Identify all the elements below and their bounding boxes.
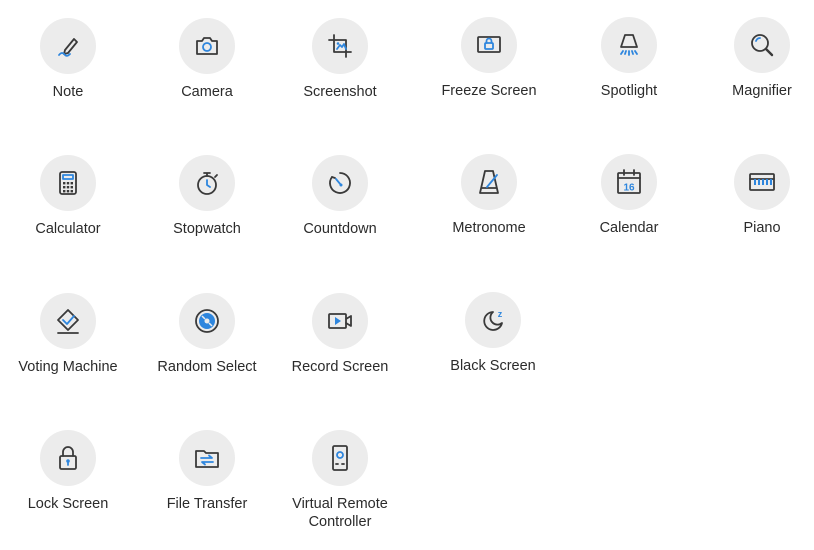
tool-note[interactable]: Note [0, 18, 138, 101]
sleep-z-text: z [498, 309, 503, 319]
tool-label: Record Screen [291, 359, 389, 375]
tool-label: Spotlight [600, 83, 658, 99]
tool-label: Piano [743, 220, 781, 236]
tool-screenshot[interactable]: Screenshot [270, 18, 410, 101]
spotlight-icon [601, 17, 657, 73]
remote-controller-icon [312, 430, 368, 486]
tool-metronome[interactable]: Metronome [419, 154, 559, 237]
tool-virtual-remote-controller[interactable]: Virtual Remote Controller [270, 430, 410, 531]
tool-label: Freeze Screen [441, 83, 537, 99]
tool-label: Metronome [452, 220, 526, 236]
magnifier-icon [734, 17, 790, 73]
tool-label: Calculator [35, 221, 101, 237]
calendar-day-text: 16 [623, 183, 635, 194]
tool-voting-machine[interactable]: Voting Machine [0, 293, 138, 376]
tool-camera[interactable]: Camera [137, 18, 277, 101]
tool-magnifier[interactable]: Magnifier [692, 17, 814, 100]
pen-icon [40, 18, 96, 74]
stopwatch-icon [179, 155, 235, 211]
tool-label: Countdown [303, 221, 377, 237]
lock-icon [40, 430, 96, 486]
tool-label: Calendar [599, 220, 659, 236]
metronome-icon [461, 154, 517, 210]
piano-icon [734, 154, 790, 210]
tool-label: Virtual Remote Controller [292, 496, 388, 530]
random-select-icon [179, 293, 235, 349]
tool-label: Stopwatch [173, 221, 241, 237]
tool-label: Camera [181, 84, 233, 100]
tool-lock-screen[interactable]: Lock Screen [0, 430, 138, 513]
tool-label: Note [52, 84, 84, 100]
tool-label: Screenshot [303, 84, 377, 100]
tool-random-select[interactable]: Random Select [137, 293, 277, 376]
tool-label: File Transfer [166, 496, 248, 512]
calendar-icon: 16 [601, 154, 657, 210]
tool-black-screen[interactable]: z Black Screen [423, 292, 563, 375]
tool-calculator[interactable]: Calculator [0, 155, 138, 238]
tool-freeze-screen[interactable]: Freeze Screen [419, 17, 559, 100]
tool-calendar[interactable]: 16 Calendar [559, 154, 699, 237]
voting-icon [40, 293, 96, 349]
countdown-icon [312, 155, 368, 211]
crop-icon [312, 18, 368, 74]
tool-label: Lock Screen [27, 496, 109, 512]
tool-stopwatch[interactable]: Stopwatch [137, 155, 277, 238]
calculator-icon [40, 155, 96, 211]
tool-piano[interactable]: Piano [692, 154, 814, 237]
tool-label: Magnifier [732, 83, 792, 99]
moon-icon: z [465, 292, 521, 348]
file-transfer-icon [179, 430, 235, 486]
record-screen-icon [312, 293, 368, 349]
camera-icon [179, 18, 235, 74]
tool-label: Black Screen [450, 358, 536, 374]
tool-file-transfer[interactable]: File Transfer [137, 430, 277, 513]
tool-spotlight[interactable]: Spotlight [559, 17, 699, 100]
tool-record-screen[interactable]: Record Screen [270, 293, 410, 376]
tool-label: Voting Machine [18, 359, 118, 375]
tool-label: Random Select [157, 359, 257, 375]
tool-countdown[interactable]: Countdown [270, 155, 410, 238]
freeze-lock-icon [461, 17, 517, 73]
